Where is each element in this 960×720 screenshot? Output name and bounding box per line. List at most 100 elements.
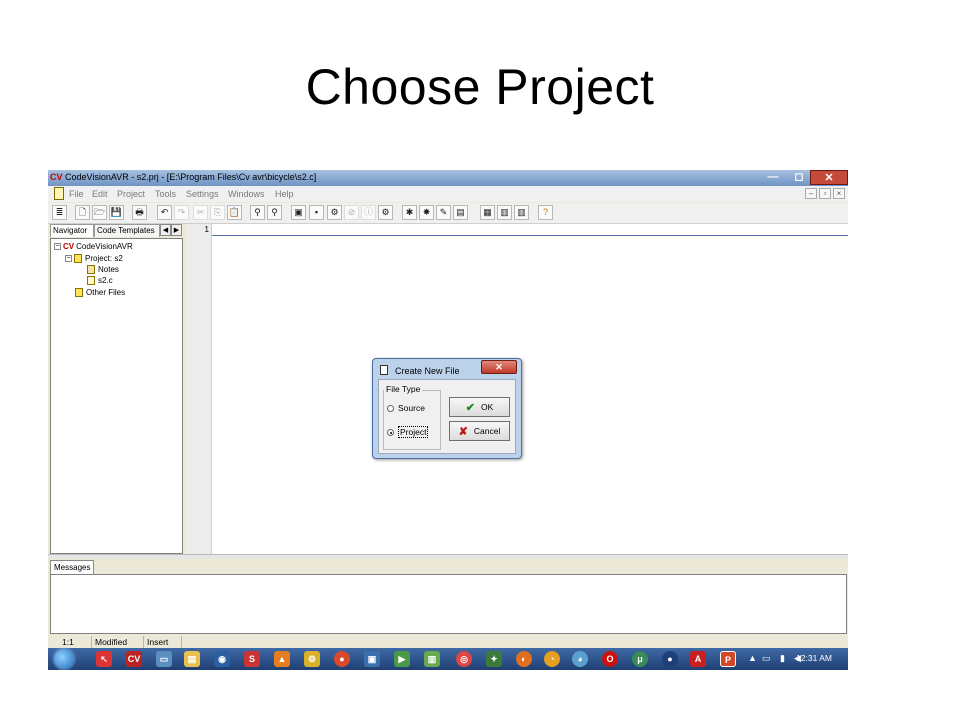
app-chrome-icon[interactable]: ◎ [456,651,472,667]
folder-icon [75,288,83,298]
app-opera-icon[interactable]: O [602,651,618,667]
build-icon[interactable]: ⚙ [327,205,342,220]
tab-scroll-left-icon[interactable]: ◀ [160,224,171,236]
tab-code-templates[interactable]: Code Templates [94,224,160,237]
tree-item-label: Other Files [86,288,126,297]
app-firefox-icon[interactable]: ◐ [516,651,532,667]
app-pdf-icon[interactable]: A [690,651,706,667]
app-sw-icon[interactable]: S [244,651,260,667]
collapse-icon[interactable]: − [54,243,61,251]
app-matlab-icon[interactable]: ▲ [274,651,290,667]
settings-icon[interactable]: ✱ [402,205,417,220]
tray-network-icon[interactable]: ▭ [762,653,771,664]
splitter[interactable] [48,554,848,559]
app-doc-icon[interactable]: ▥ [424,651,440,667]
redo-icon[interactable]: ↷ [174,205,189,220]
tree-item-label: CodeVisionAVR [76,242,133,251]
collapse-icon[interactable]: − [65,255,72,263]
radio-unchecked-icon[interactable] [387,405,394,413]
cut-icon[interactable]: ✂ [193,205,208,220]
code-editor[interactable] [212,224,848,554]
radio-checked-icon[interactable] [387,429,394,437]
app-window-icon[interactable]: ▭ [156,651,172,667]
title-bar[interactable]: CV CodeVisionAVR - s2.prj - [E:\Program … [48,170,848,186]
tray-signal-icon[interactable]: ▮ [780,653,785,664]
chip-icon[interactable]: ▪ [309,205,324,220]
ok-button[interactable]: ✔ OK [449,397,510,417]
app-turtle-icon[interactable]: ✦ [486,651,502,667]
save-icon[interactable]: 💾 [109,205,124,220]
undo-icon[interactable]: ↶ [157,205,172,220]
menu-help[interactable]: Help [275,189,294,199]
window-tile-icon[interactable]: ▦ [480,205,495,220]
tab-scroll-right-icon[interactable]: ▶ [171,224,182,236]
menu-bar: File Edit Project Tools Settings Windows… [48,186,848,202]
app-powerpoint-icon[interactable]: P [720,651,736,667]
window-arrange-icon[interactable]: ▥ [514,205,529,220]
menu-settings[interactable]: Settings [186,189,219,199]
app-tool-icon[interactable]: ⚙ [304,651,320,667]
mdi-restore-button[interactable]: ▫ [819,188,831,199]
terminal-icon[interactable]: ▤ [453,205,468,220]
make-icon[interactable]: ▣ [291,205,306,220]
app-explorer-icon[interactable]: ▤ [184,651,200,667]
menu-tools[interactable]: Tools [155,189,176,199]
messages-panel[interactable] [50,574,847,634]
menu-edit[interactable]: Edit [92,189,108,199]
project-icon [74,254,82,264]
app-orange-icon[interactable]: ◔ [544,651,560,667]
tray-arrow-icon[interactable]: ▲ [748,653,757,663]
tab-navigator[interactable]: Navigator [50,224,94,237]
dialog-close-button[interactable]: ✕ [481,360,517,374]
source-label: Source [398,403,425,413]
maximize-button[interactable]: ◻ [786,170,812,185]
project-tree-icon[interactable]: ≣ [52,205,67,220]
tree-item-other-files[interactable]: Other Files [75,288,126,298]
app-circle-icon[interactable]: ● [334,651,350,667]
info-icon[interactable]: ⓘ [361,205,376,220]
navigator-panel: − CV CodeVisionAVR − Project: s2 Notes s2.c… [50,238,183,554]
app-media-icon[interactable]: ◉ [214,651,230,667]
app-globe-icon[interactable]: ● [662,651,678,667]
app-torrent-icon[interactable]: μ [632,651,648,667]
tree-item-project[interactable]: − Project: s2 [65,254,123,264]
menu-project[interactable]: Project [117,189,145,199]
app-codevision-icon[interactable]: CV [126,651,142,667]
programmer-icon[interactable]: ⚙ [378,205,393,220]
menu-windows[interactable]: Windows [228,189,265,199]
file-type-label: File Type [384,384,423,394]
menu-file[interactable]: File [69,189,84,199]
modified-status: Modified [92,636,144,648]
copy-icon[interactable]: ⎘ [210,205,225,220]
cancel-button[interactable]: ✘ Cancel [449,421,510,441]
tree-item-s2c[interactable]: s2.c [87,276,113,286]
print-icon[interactable]: 🖶 [132,205,147,220]
new-file-icon[interactable]: 🗋 [75,205,90,220]
open-icon[interactable]: 🗁 [92,205,107,220]
stop-icon[interactable]: ⊘ [344,205,359,220]
close-button[interactable]: ✕ [810,170,848,185]
start-button[interactable] [54,649,74,669]
project-radio[interactable]: Project [387,426,429,438]
mdi-minimize-button[interactable]: – [805,188,817,199]
minimize-button[interactable]: — [760,170,786,185]
app-cursor-icon[interactable]: ↖ [96,651,112,667]
tool-icon[interactable]: ✎ [436,205,451,220]
debug-icon[interactable]: ✸ [419,205,434,220]
source-radio[interactable]: Source [387,403,425,413]
tree-item-codevisionavr[interactable]: − CV CodeVisionAVR [54,242,133,251]
notes-icon [87,265,95,275]
mdi-close-button[interactable]: × [833,188,845,199]
tab-messages[interactable]: Messages [50,560,95,574]
window-cascade-icon[interactable]: ▥ [497,205,512,220]
app-chat-icon[interactable]: ◕ [572,651,588,667]
find-next-icon[interactable]: ⚲ [267,205,282,220]
app-save-icon[interactable]: ▣ [364,651,380,667]
find-icon[interactable]: ⚲ [250,205,265,220]
clock[interactable]: 12:31 AM [796,653,832,663]
app-player-icon[interactable]: ▶ [394,651,410,667]
help-icon[interactable]: ? [538,205,553,220]
tree-item-notes[interactable]: Notes [87,265,119,275]
tree-item-label: Notes [98,265,119,274]
paste-icon[interactable]: 📋 [227,205,242,220]
